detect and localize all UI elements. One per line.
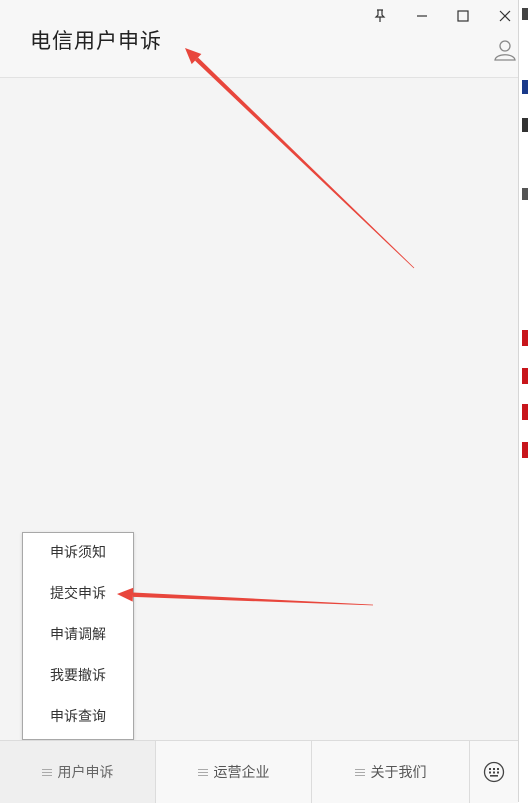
menu-icon [354, 767, 365, 778]
tab-label: 用户申诉 [57, 765, 114, 781]
pin-icon[interactable] [369, 5, 391, 27]
user-icon[interactable] [493, 38, 517, 62]
tab-about-us[interactable]: 关于我们 [312, 741, 470, 803]
tab-user-complaint[interactable]: 用户申诉 [0, 741, 156, 803]
app-window: 电信用户申诉 申诉须知 提交申诉 申请调解 我要撤诉 申诉查询 用户申诉 运营企… [0, 0, 519, 803]
close-icon[interactable] [494, 5, 516, 27]
background-window-edge [519, 0, 528, 802]
menu-item-query-complaint[interactable]: 申诉查询 [23, 697, 133, 738]
title-bar: 电信用户申诉 [0, 0, 518, 78]
bottom-tab-bar: 用户申诉 运营企业 关于我们 [0, 740, 518, 803]
menu-item-apply-mediation[interactable]: 申请调解 [23, 615, 133, 656]
submenu-popup: 申诉须知 提交申诉 申请调解 我要撤诉 申诉查询 [22, 532, 134, 740]
menu-item-withdraw-complaint[interactable]: 我要撤诉 [23, 656, 133, 697]
app-title: 电信用户申诉 [30, 29, 162, 53]
tab-label: 运营企业 [213, 765, 270, 781]
menu-item-submit-complaint[interactable]: 提交申诉 [23, 574, 133, 615]
tab-label: 关于我们 [370, 765, 427, 781]
keyboard-icon[interactable] [470, 741, 518, 803]
maximize-icon[interactable] [452, 5, 474, 27]
menu-icon [197, 767, 208, 778]
menu-icon [41, 767, 52, 778]
minimize-icon[interactable] [411, 5, 433, 27]
menu-item-complaint-notice[interactable]: 申诉须知 [23, 533, 133, 574]
tab-operators[interactable]: 运营企业 [156, 741, 312, 803]
